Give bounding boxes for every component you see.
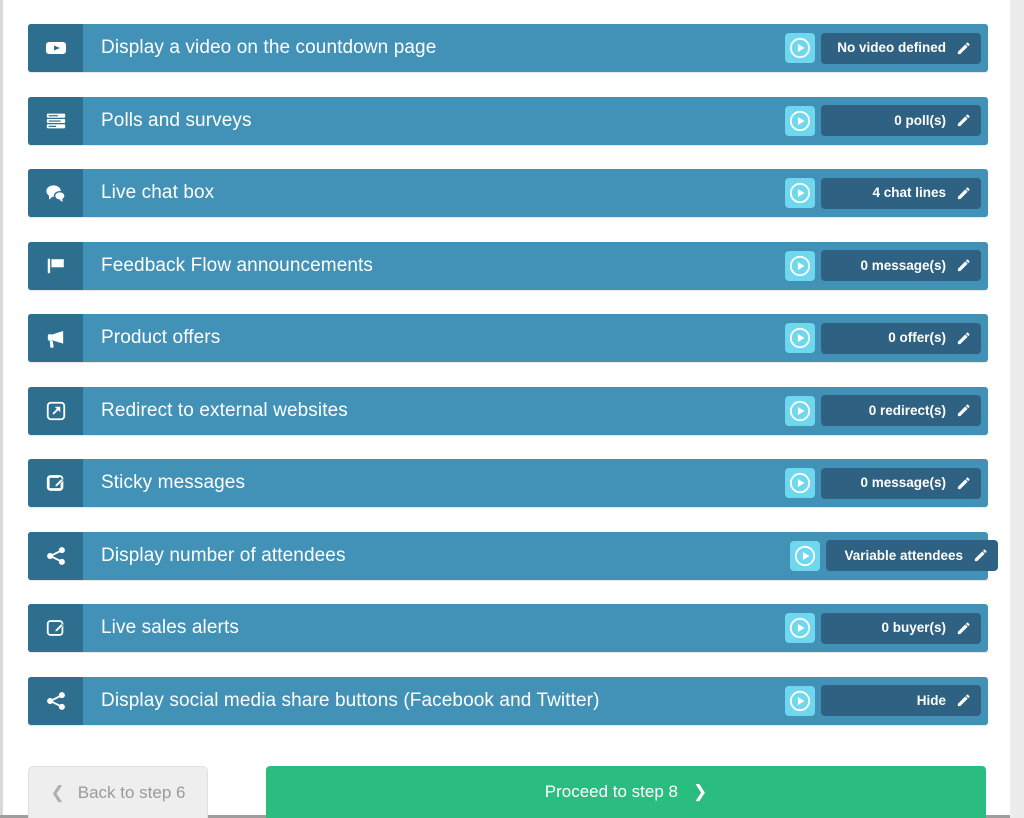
status-badge-text: No video defined [837, 40, 946, 56]
table-row[interactable]: Sticky messages 0 message(s) [28, 459, 988, 507]
status-badge[interactable]: 4 chat lines [821, 177, 981, 209]
pencil-icon[interactable] [973, 548, 988, 563]
status-badge[interactable]: No video defined [821, 32, 981, 64]
pencil-icon[interactable] [956, 113, 971, 128]
pencil-icon[interactable] [956, 403, 971, 418]
play-circle-icon[interactable] [785, 105, 815, 136]
status-badge[interactable]: Hide [821, 685, 981, 716]
play-circle-icon[interactable] [785, 33, 815, 63]
feature-label: Sticky messages [101, 472, 246, 493]
pencil-icon[interactable] [956, 41, 971, 56]
play-circle-icon[interactable] [785, 613, 815, 643]
status-badge-text: 0 redirect(s) [868, 402, 946, 418]
video-icon [28, 24, 83, 72]
feature-label: Live sales alerts [101, 617, 239, 638]
table-row[interactable]: Display social media share buttons (Face… [28, 676, 988, 725]
status-badge[interactable]: 0 poll(s) [821, 105, 981, 136]
table-row[interactable]: Display number of attendees Variable att… [28, 531, 998, 580]
status-badge[interactable]: Variable attendees [826, 540, 998, 571]
poll-list-icon [28, 96, 83, 145]
row-controls: No video defined [785, 24, 988, 72]
row-controls: 0 redirect(s) [785, 387, 988, 435]
scroll-gutter[interactable] [1010, 0, 1024, 818]
pencil-square-icon [28, 604, 83, 652]
row-controls: 0 offer(s) [785, 314, 988, 362]
share-nodes-icon [28, 676, 83, 725]
table-row[interactable]: Display a video on the countdown page No… [28, 24, 988, 72]
play-circle-icon[interactable] [785, 395, 815, 426]
play-circle-icon[interactable] [790, 540, 820, 571]
play-circle-icon[interactable] [785, 468, 815, 498]
row-controls: 0 message(s) [785, 459, 988, 507]
status-badge[interactable]: 0 message(s) [821, 250, 981, 281]
status-badge[interactable]: 0 offer(s) [821, 322, 981, 354]
play-circle-icon[interactable] [785, 323, 815, 353]
left-edge-divider [0, 0, 3, 818]
status-badge-text: 4 chat lines [872, 185, 946, 201]
proceed-button-label: Proceed to step 8 [544, 782, 678, 801]
flag-icon [28, 241, 83, 290]
status-badge-text: 0 message(s) [860, 475, 946, 491]
play-circle-icon[interactable] [785, 250, 815, 281]
share-nodes-icon [28, 531, 83, 580]
status-badge-text: 0 buyer(s) [881, 620, 946, 636]
feature-label: Product offers [101, 327, 221, 348]
bullhorn-icon [28, 314, 83, 362]
pencil-icon[interactable] [956, 693, 971, 708]
status-badge-text: 0 message(s) [860, 257, 946, 273]
row-controls: Hide [785, 677, 988, 725]
feature-label: Display social media share buttons (Face… [101, 689, 600, 711]
row-controls: 0 poll(s) [785, 97, 988, 145]
status-badge[interactable]: 0 redirect(s) [821, 395, 981, 426]
table-row[interactable]: Product offers 0 offer(s) [28, 314, 988, 362]
status-badge-text: Variable attendees [844, 547, 963, 563]
table-row[interactable]: Redirect to external websites 0 redirect… [28, 386, 988, 435]
chevron-right-icon: ❯ [693, 782, 708, 801]
table-row[interactable]: Live chat box 4 chat lines [28, 169, 988, 217]
row-controls: 0 message(s) [785, 242, 988, 290]
feature-label: Display a video on the countdown page [101, 37, 437, 58]
play-circle-icon[interactable] [785, 685, 815, 716]
feature-label: Polls and surveys [101, 109, 252, 131]
back-button-label: Back to step 6 [77, 782, 186, 802]
row-controls: 4 chat lines [785, 169, 988, 217]
pencil-icon[interactable] [956, 258, 971, 273]
play-circle-icon[interactable] [785, 178, 815, 208]
pencil-icon[interactable] [956, 621, 971, 636]
pencil-icon[interactable] [956, 331, 971, 346]
feature-label: Display number of attendees [101, 544, 346, 566]
pencil-icon[interactable] [956, 186, 971, 201]
chat-bubbles-icon [28, 169, 83, 217]
status-badge[interactable]: 0 message(s) [821, 467, 981, 499]
chevron-left-icon: ❮ [50, 782, 65, 802]
status-badge-text: 0 offer(s) [888, 330, 946, 346]
table-row[interactable]: Polls and surveys 0 poll(s) [28, 96, 988, 145]
pencil-square-icon [28, 459, 83, 507]
table-row[interactable]: Feedback Flow announcements 0 message(s) [28, 241, 988, 290]
feature-label: Feedback Flow announcements [101, 254, 374, 276]
feature-label: Live chat box [101, 182, 215, 203]
status-badge-text: Hide [916, 692, 946, 708]
row-controls: Variable attendees [790, 532, 998, 580]
row-controls: 0 buyer(s) [785, 604, 988, 652]
status-badge[interactable]: 0 buyer(s) [821, 612, 981, 644]
table-row[interactable]: Live sales alerts 0 buyer(s) [28, 604, 988, 652]
feature-row-list: Display a video on the countdown page No… [28, 24, 998, 749]
external-link-square-icon [28, 386, 83, 435]
wizard-footer: ❮ Back to step 6 Proceed to step 8 ❯ [28, 766, 988, 818]
feature-label: Redirect to external websites [101, 399, 348, 421]
wizard-step-7-page: Display a video on the countdown page No… [0, 0, 1024, 818]
proceed-to-step-button[interactable]: Proceed to step 8 ❯ [266, 766, 986, 818]
status-badge-text: 0 poll(s) [894, 112, 946, 128]
pencil-icon[interactable] [956, 476, 971, 491]
back-to-step-button[interactable]: ❮ Back to step 6 [28, 766, 208, 818]
